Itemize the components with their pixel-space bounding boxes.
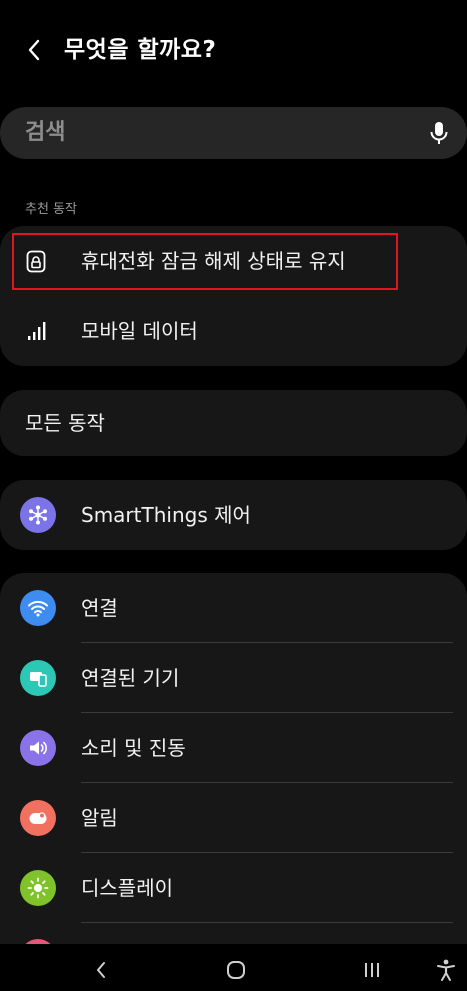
settings-item-connections[interactable]: 연결 — [0, 573, 467, 643]
header: 무엇을 할까요? — [0, 0, 467, 100]
section-label-recommended: 추천 동작 — [25, 202, 77, 217]
chevron-left-icon — [28, 39, 40, 61]
search-placeholder: 검색 — [25, 120, 66, 145]
smartthings-label: SmartThings 제어 — [81, 503, 251, 527]
all-actions-label: 모든 동작 — [25, 411, 105, 435]
action-item-mobile-data[interactable]: 모바일 데이터 — [0, 296, 467, 366]
settings-item-connected-devices[interactable]: 연결된 기기 — [0, 643, 467, 713]
signal-bars-icon — [28, 322, 46, 340]
settings-categories-card: 연결 연결된 기기 소리 및 진동 알림 디스플레이 — [0, 573, 467, 975]
divider — [81, 922, 453, 923]
page-title: 무엇을 할까요? — [64, 37, 217, 63]
all-actions-card[interactable]: 모든 동작 — [0, 390, 467, 456]
settings-item-label: 연결된 기기 — [81, 666, 180, 690]
connected-devices-icon — [20, 660, 56, 696]
nav-recents-icon — [365, 963, 379, 977]
accessibility-icon — [437, 959, 455, 981]
back-button[interactable] — [16, 30, 52, 70]
settings-item-notifications[interactable]: 알림 — [0, 783, 467, 853]
nav-accessibility-button[interactable] — [426, 950, 466, 990]
smartthings-icon — [20, 497, 56, 533]
settings-item-label: 소리 및 진동 — [81, 736, 186, 760]
nav-home-icon — [227, 961, 245, 979]
notification-icon — [20, 800, 56, 836]
settings-item-label: 디스플레이 — [81, 876, 173, 900]
search-input[interactable]: 검색 — [0, 107, 467, 159]
wifi-icon — [20, 590, 56, 626]
nav-recents-button[interactable] — [352, 950, 392, 990]
settings-item-sound-vibration[interactable]: 소리 및 진동 — [0, 713, 467, 783]
voice-search-button[interactable] — [425, 119, 453, 147]
brightness-icon — [20, 870, 56, 906]
settings-item-display[interactable]: 디스플레이 — [0, 853, 467, 923]
settings-item-label: 연결 — [81, 596, 118, 620]
nav-home-button[interactable] — [216, 950, 256, 990]
navigation-bar — [0, 944, 467, 991]
microphone-icon — [430, 122, 448, 144]
highlight-box — [12, 233, 398, 290]
settings-item-label: 알림 — [81, 806, 118, 830]
nav-back-button[interactable] — [81, 950, 121, 990]
nav-back-icon — [97, 962, 105, 978]
volume-icon — [20, 730, 56, 766]
action-label: 모바일 데이터 — [81, 319, 198, 343]
smartthings-card[interactable]: SmartThings 제어 — [0, 480, 467, 550]
